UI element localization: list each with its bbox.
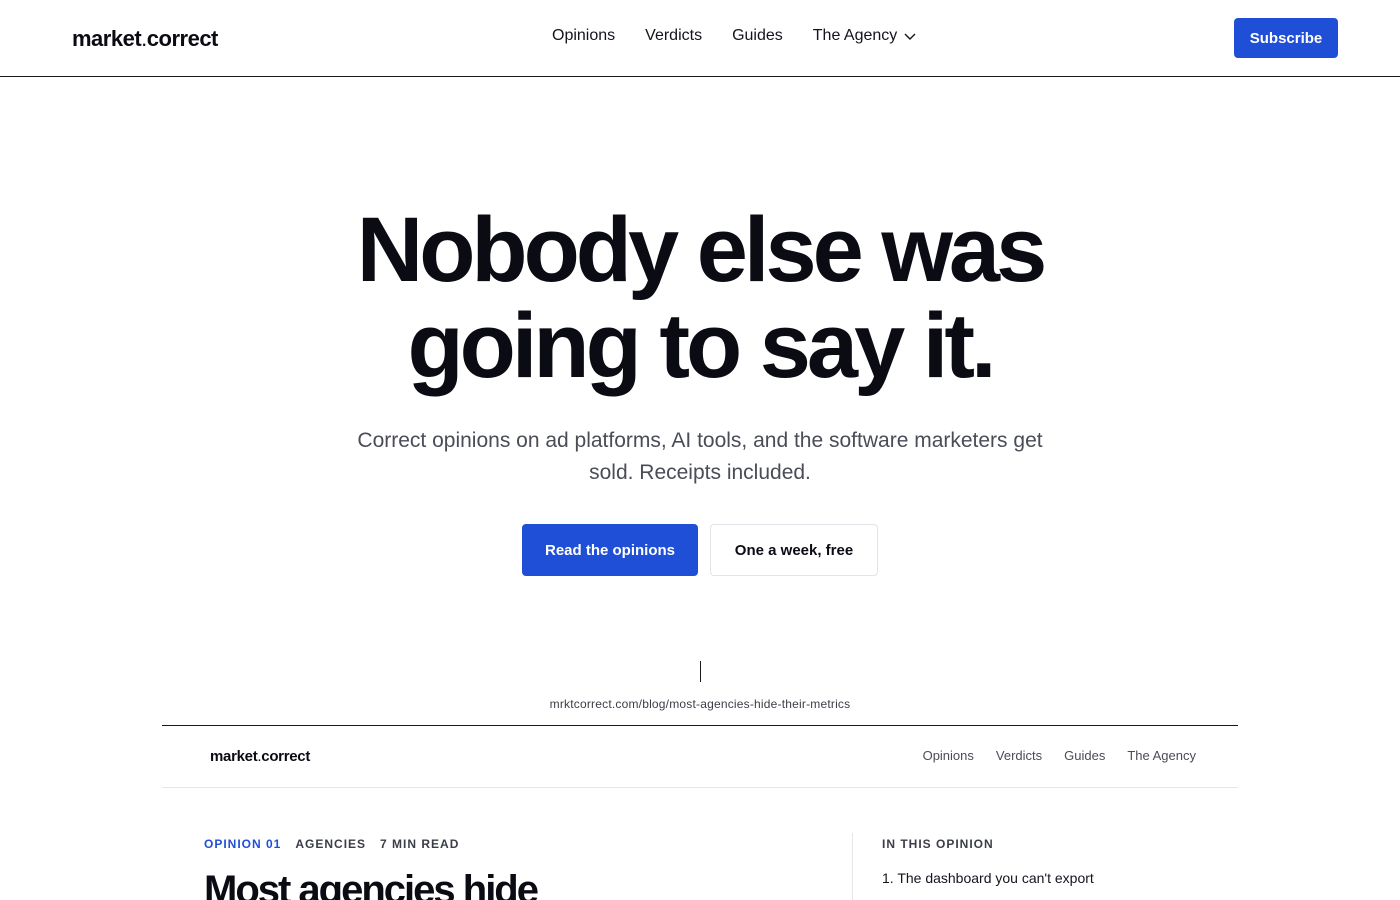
read-time: 7 MIN READ (380, 837, 460, 851)
nav-label: The Agency (812, 27, 898, 44)
preview-nav-the-agency[interactable]: The Agency (1127, 748, 1196, 763)
article-category[interactable]: AGENCIES (295, 837, 366, 851)
one-a-week-button[interactable]: One a week, free (710, 524, 878, 576)
top-navbar: market.correct Opinions Verdicts Guides … (0, 0, 1400, 77)
hero-title: Nobody else was going to say it. (0, 202, 1400, 394)
preview-nav: Opinions Verdicts Guides The Agency (923, 748, 1196, 763)
preview-nav-guides[interactable]: Guides (1064, 748, 1105, 763)
scroll-indicator-line (700, 661, 701, 682)
chevron-down-icon (904, 33, 916, 40)
article-preview-frame: market.correct Opinions Verdicts Guides … (162, 725, 1238, 900)
preview-url: mrktcorrect.com/blog/most-agencies-hide-… (549, 697, 851, 711)
nav-item-opinions[interactable]: Opinions (552, 27, 615, 45)
toc-label: IN THIS OPINION (882, 837, 994, 851)
main-nav: Opinions Verdicts Guides The Agency (552, 27, 917, 45)
nav-item-the-agency[interactable]: The Agency (813, 27, 918, 45)
subscribe-button[interactable]: Subscribe (1234, 18, 1338, 58)
article-meta: OPINION 01 AGENCIES 7 MIN READ (204, 837, 459, 851)
read-opinions-button[interactable]: Read the opinions (522, 524, 698, 576)
nav-label: Opinions (552, 27, 616, 44)
nav-item-guides[interactable]: Guides (732, 27, 783, 45)
preview-logo[interactable]: market.correct (210, 748, 310, 765)
preview-logo-tail: correct (261, 748, 311, 765)
preview-nav-opinions[interactable]: Opinions (923, 748, 974, 763)
preview-nav-verdicts[interactable]: Verdicts (996, 748, 1042, 763)
logo-tail-text: correct (146, 26, 219, 51)
article-headline: Most agencies hide (204, 868, 539, 900)
logo-main-text: market (72, 26, 142, 51)
column-divider (852, 833, 853, 900)
nav-item-verdicts[interactable]: Verdicts (645, 27, 702, 45)
opinion-number: OPINION 01 (204, 837, 282, 851)
hero-title-line-1: Nobody else was (356, 199, 1047, 301)
toc-item[interactable]: 1. The dashboard you can't export (882, 870, 1094, 886)
hero-title-line-2: going to say it. (407, 295, 996, 397)
site-logo[interactable]: market.correct (72, 26, 218, 52)
preview-navbar: market.correct Opinions Verdicts Guides … (162, 726, 1238, 788)
nav-label: Verdicts (645, 27, 703, 44)
preview-logo-main: market (210, 748, 258, 765)
hero-subtitle: Correct opinions on ad platforms, AI too… (357, 429, 1043, 484)
nav-label: Guides (732, 27, 783, 44)
